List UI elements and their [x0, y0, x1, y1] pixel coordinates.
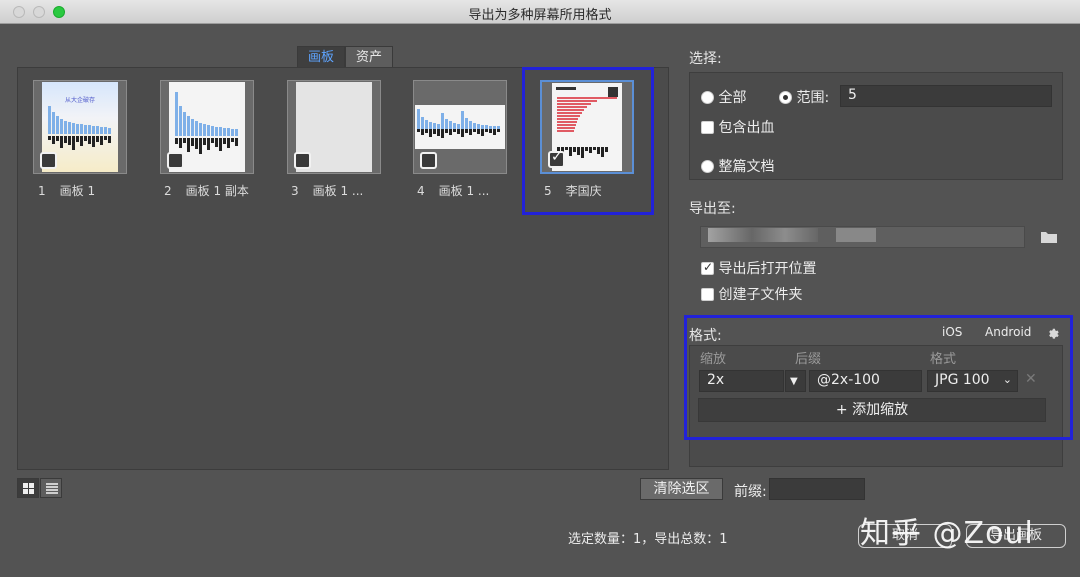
radio-all[interactable]: 全部: [701, 87, 746, 107]
tab-bar: 画板 资产: [297, 46, 394, 68]
export-count-status: 选定数量：1，导出总数：1: [568, 532, 728, 547]
range-input[interactable]: 5: [840, 85, 1052, 107]
artboard-thumbnail-4[interactable]: [413, 80, 507, 174]
select-section-label: 选择:: [689, 51, 722, 67]
artboard-preview-text: 从大企破存: [64, 97, 95, 104]
open-after-export-checkbox[interactable]: 导出后打开位置: [701, 258, 816, 278]
preview-bars-negative: [417, 129, 503, 141]
radio-all-control[interactable]: [701, 91, 714, 104]
artboard-thumbnail-2[interactable]: [160, 80, 254, 174]
grid-view-button[interactable]: [17, 478, 39, 498]
include-bleed-box[interactable]: [701, 121, 714, 134]
radio-whole-document-control[interactable]: [701, 160, 714, 173]
clear-selection-button[interactable]: 清除选区: [640, 478, 723, 500]
list-view-button[interactable]: [40, 478, 62, 498]
radio-range-control[interactable]: [779, 91, 792, 104]
grid-icon: [23, 483, 34, 494]
artboard-thumbnail-3[interactable]: [287, 80, 381, 174]
create-subfolder-box[interactable]: [701, 288, 714, 301]
artboard-thumbnail-1[interactable]: 从大企破存: [33, 80, 127, 174]
artboard-3-label: 3 画板 1 ...: [291, 184, 364, 198]
watermark-text: 知乎 @Zoul: [860, 516, 1034, 551]
highlight-annotation-box: [522, 67, 654, 215]
artboard-3-checkbox[interactable]: [294, 152, 311, 169]
open-after-export-box[interactable]: [701, 260, 714, 275]
radio-whole-document[interactable]: 整篇文档: [701, 156, 774, 176]
prefix-label: 前缀:: [734, 484, 767, 500]
list-icon: [46, 483, 58, 494]
tab-assets[interactable]: 资产: [345, 46, 394, 68]
blurred-path: [708, 228, 818, 242]
blurred-path: [836, 228, 877, 242]
create-subfolder-checkbox[interactable]: 创建子文件夹: [701, 284, 802, 304]
preview-bars-negative: [48, 136, 112, 156]
preview-bars-negative: [175, 138, 239, 162]
folder-icon[interactable]: [1040, 230, 1058, 244]
preview-bars: [175, 90, 239, 136]
artboard-2-checkbox[interactable]: [167, 152, 184, 169]
radio-range[interactable]: 范围:: [779, 87, 829, 107]
title-bar: 导出为多种屏幕所用格式: [0, 0, 1080, 24]
artboard-4-label: 4 画板 1 ...: [417, 184, 490, 198]
include-bleed-checkbox[interactable]: 包含出血: [701, 117, 774, 137]
artboard-1-checkbox[interactable]: [40, 152, 57, 169]
highlight-annotation-box: [684, 315, 1073, 440]
window-title: 导出为多种屏幕所用格式: [468, 8, 612, 23]
export-to-label: 导出至:: [689, 201, 736, 217]
prefix-input[interactable]: [769, 478, 865, 500]
preview-bars: [48, 104, 112, 134]
artboard-preview: [415, 105, 505, 149]
artboard-1-label: 1 画板 1: [38, 184, 96, 198]
tab-artboards[interactable]: 画板: [297, 46, 346, 68]
artboard-4-checkbox[interactable]: [420, 152, 437, 169]
preview-bars: [417, 107, 503, 129]
export-path-input[interactable]: [700, 226, 1025, 248]
artboard-2-label: 2 画板 1 副本: [164, 184, 249, 198]
